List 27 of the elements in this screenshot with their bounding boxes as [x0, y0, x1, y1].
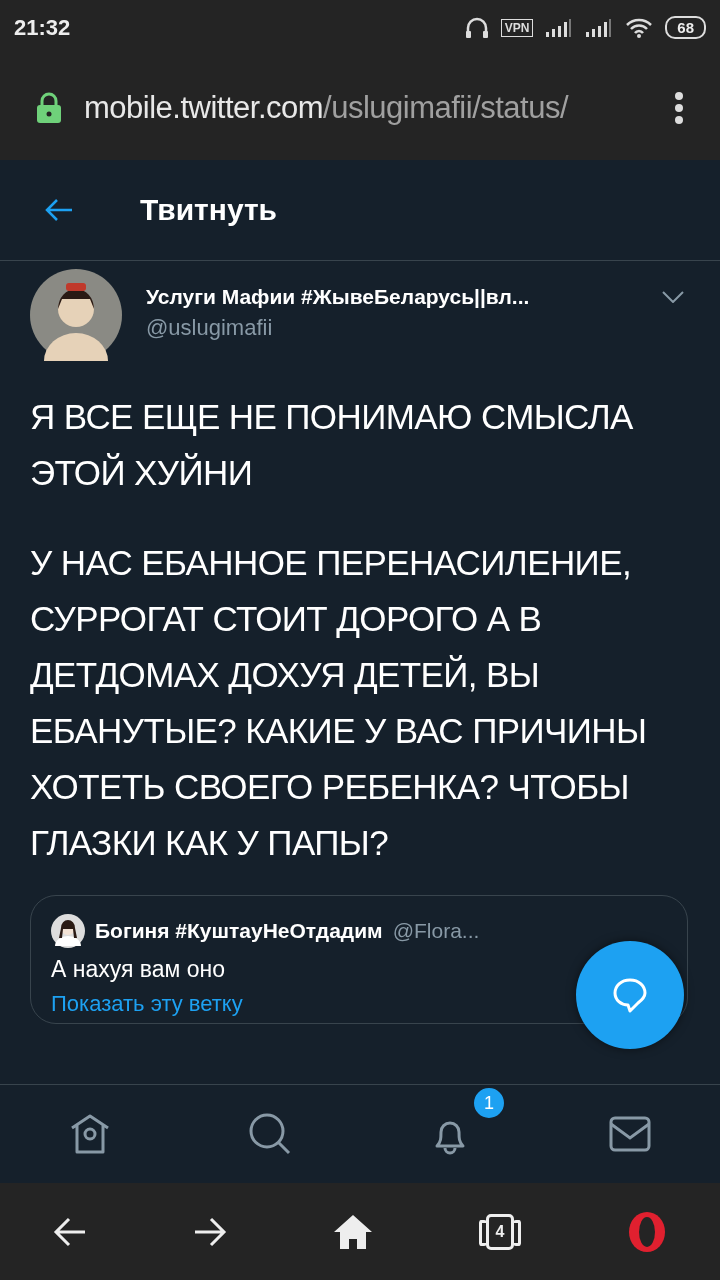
quote-text: А нахуя вам оно	[51, 956, 227, 983]
avatar	[51, 914, 85, 948]
quote-author-name: Богиня #КуштауНеОтдадим	[95, 919, 383, 943]
author-name[interactable]: Услуги Мафии #ЖывеБеларусь||вл...	[146, 285, 638, 309]
status-time: 21:32	[14, 14, 71, 41]
battery-indicator: 68	[665, 16, 706, 39]
speech-bubble-icon	[612, 977, 648, 1013]
page-title: Твитнуть	[140, 193, 278, 227]
quote-author-handle: @Flora...	[392, 919, 480, 943]
tweet-text: Я ВСЕ ЕЩЕ НЕ ПОНИМАЮ СМЫСЛА ЭТОЙ ХУЙНИ	[30, 396, 634, 494]
opera-logo-icon[interactable]	[627, 1210, 667, 1253]
chevron-down-icon[interactable]	[662, 291, 684, 303]
search-icon[interactable]	[248, 1112, 292, 1156]
wifi-icon	[625, 16, 654, 39]
show-thread-link[interactable]: Показать эту ветку	[51, 991, 243, 1017]
headphones-icon	[464, 16, 489, 39]
back-arrow-icon[interactable]	[44, 198, 74, 222]
author-handle[interactable]: @uslugimafii	[146, 315, 638, 341]
home-icon[interactable]	[333, 1213, 373, 1250]
signal-icon	[545, 17, 574, 38]
signal-icon	[585, 17, 614, 38]
more-icon[interactable]	[674, 90, 684, 125]
vpn-indicator: VPN	[500, 18, 534, 37]
notification-count: 1	[472, 1086, 506, 1120]
avatar[interactable]	[30, 269, 122, 361]
tweet-text: У НАС ЕБАННОЕ ПЕРЕНАСИЛЕНИЕ, СУРРОГАТ СТОИТ ДОРОГО А В ДЕТДОМАХ ДОХУЯ ДЕТЕЙ, ВЫ ЕБАНУТЫЕ? КАКИЕ У ВАС ПРИЧИНЫ ХОТЕТЬ СВОЕГО РЕБЕНКА? ЧТОБЫ ГЛАЗКИ КАК У ПАПЫ?	[30, 542, 648, 864]
lock-icon	[36, 91, 62, 124]
